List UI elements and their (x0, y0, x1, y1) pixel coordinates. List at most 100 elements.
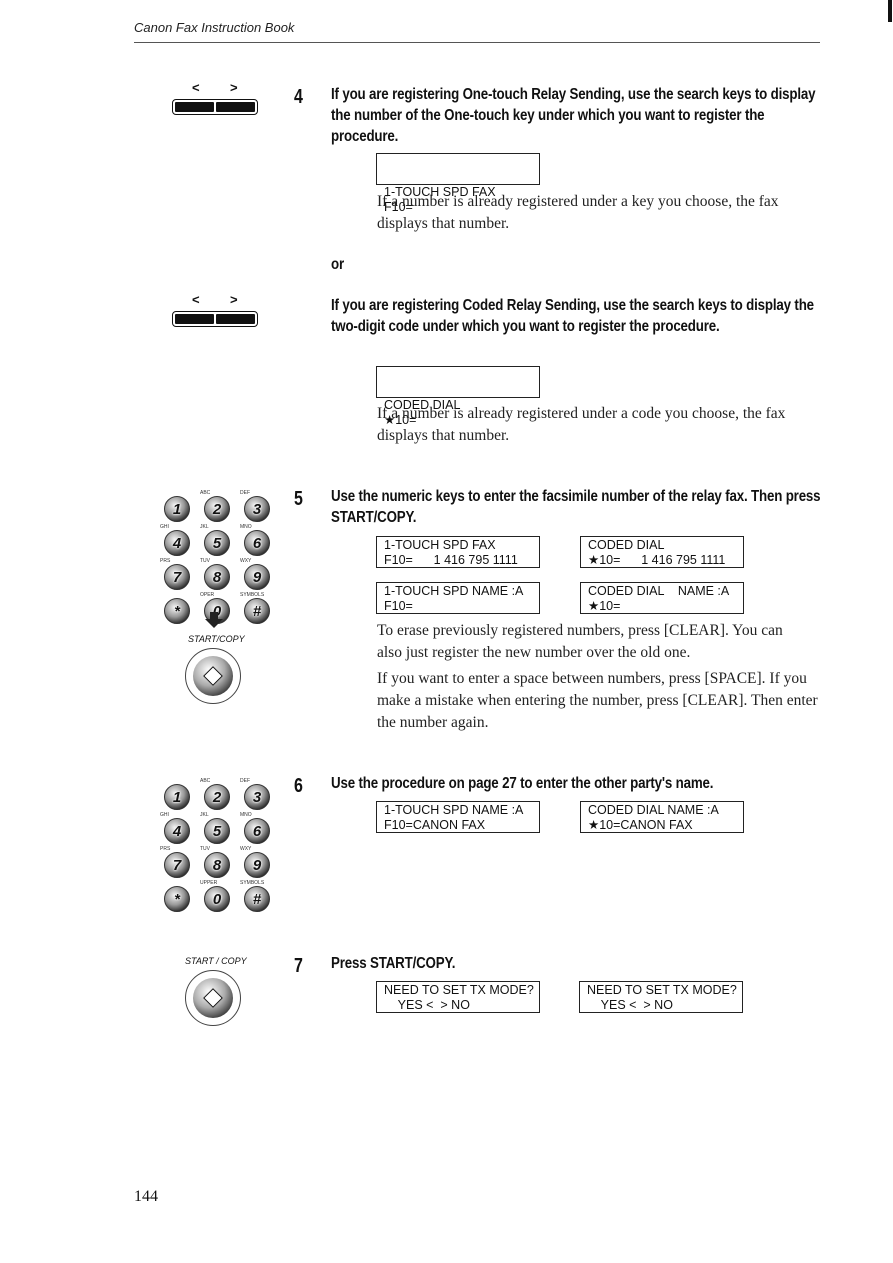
start-icon (203, 666, 223, 686)
key-label: 1 (172, 788, 182, 806)
search-keys-icon (172, 99, 258, 115)
lcd-display: CODED DIAL ★10= 1 416 795 1111 (580, 536, 744, 568)
key-sublabel: OPER (200, 592, 215, 598)
key-label: # (252, 890, 262, 908)
manual-page: Canon Fax Instruction Book < > < > 4 If … (0, 0, 893, 1263)
step-number: 4 (294, 86, 303, 108)
start-copy-button-illustration (185, 970, 241, 1026)
search-right-label: > (230, 292, 238, 307)
search-left-label: < (192, 292, 200, 307)
keypad-key-icon: # (244, 886, 270, 912)
keypad-key-icon: 0 (204, 886, 230, 912)
key-sublabel: JKL (200, 524, 209, 530)
search-keys-illustration: < > (168, 80, 260, 122)
key-label: # (252, 602, 262, 620)
lcd-display: 1-TOUCH SPD FAX F10= (376, 153, 540, 214)
key-label: 4 (172, 534, 182, 552)
numeric-keypad-illustration: 1 2 ABC 3 DEF 4 GHI 5 JKL 6 MNO 7 PRS 8 TUV 9 WXY * 0 OPER #… (160, 490, 274, 624)
lcd-display: 1-TOUCH SPD NAME :A F10= (376, 582, 540, 614)
step-heading: If you are registering One-touch Relay S… (331, 86, 816, 145)
key-sublabel: SYMBOLS (240, 880, 265, 886)
numeric-keypad-illustration: 1 2 ABC 3 DEF 4 GHI 5 JKL 6 MNO 7 PRS 8 TUV 9 WXY * 0 UPPER… (160, 778, 274, 913)
key-label: 3 (252, 500, 262, 518)
or-label: or (331, 256, 344, 273)
key-sublabel: TUV (200, 558, 210, 564)
key-label: 5 (212, 534, 222, 552)
lcd-display: CODED DIAL NAME :A ★10=CANON FAX (580, 801, 744, 833)
keypad-key-icon: # (244, 598, 270, 624)
keypad-key-icon: 5 (204, 530, 230, 556)
key-label: 8 (212, 568, 222, 586)
lcd-line: NEED TO SET TX MODE? (587, 983, 737, 997)
key-label: 3 (252, 788, 262, 806)
lcd-display: 1-TOUCH SPD NAME :A F10=CANON FAX (376, 801, 540, 833)
lcd-display: CODED DIAL ★10= (376, 366, 540, 427)
start-copy-label: START / COPY (185, 956, 247, 966)
keypad-key-icon: 5 (204, 818, 230, 844)
keypad-key-icon: 6 (244, 530, 270, 556)
key-sublabel: GHI (160, 812, 169, 818)
key-label: 1 (172, 500, 182, 518)
key-label: 4 (172, 822, 182, 840)
lcd-line: CODED DIAL NAME :A (588, 803, 719, 817)
search-left-label: < (192, 80, 200, 95)
keypad-key-icon: 6 (244, 818, 270, 844)
key-sublabel: UPPER (200, 880, 218, 886)
key-sublabel: JKL (200, 812, 209, 818)
step-heading: Press START/COPY. (331, 955, 456, 972)
lcd-line: ★10=CANON FAX (588, 818, 693, 832)
lcd-line: YES < > NO (384, 998, 470, 1012)
key-sublabel: PRS (160, 846, 171, 852)
keypad-key-icon: * (164, 598, 190, 624)
lcd-line: F10= 1 416 795 1111 (384, 553, 518, 567)
search-keys-illustration: < > (168, 292, 260, 334)
step-number: 7 (294, 955, 303, 977)
key-sublabel: MNO (240, 524, 252, 530)
search-right-label: > (230, 80, 238, 95)
key-label: 6 (252, 822, 262, 840)
lcd-line: 1-TOUCH SPD NAME :A (384, 584, 524, 598)
key-sublabel: DEF (240, 490, 250, 496)
key-label: 0 (212, 890, 222, 908)
keypad-key-icon: 7 (164, 564, 190, 590)
keypad-key-icon: 8 (204, 852, 230, 878)
start-copy-label: START/COPY (188, 634, 245, 644)
lcd-line: ★10= 1 416 795 1111 (588, 553, 726, 567)
key-label: 7 (172, 568, 182, 586)
keypad-key-icon: 4 (164, 530, 190, 556)
lcd-line: F10= (384, 599, 413, 613)
step-body: If you want to enter a space between num… (377, 670, 818, 731)
key-sublabel: WXY (240, 558, 252, 564)
lcd-line: YES < > NO (587, 998, 673, 1012)
step-body: To erase previously registered numbers, … (377, 622, 783, 661)
step-heading: Use the numeric keys to enter the facsim… (331, 488, 821, 526)
arrow-down-icon (205, 612, 223, 628)
lcd-line: 1-TOUCH SPD FAX (384, 538, 496, 552)
lcd-line: 1-TOUCH SPD NAME :A (384, 803, 524, 817)
lcd-display: NEED TO SET TX MODE? YES < > NO (376, 981, 540, 1013)
start-icon (203, 988, 223, 1008)
lcd-line: F10=CANON FAX (384, 818, 486, 832)
key-sublabel: DEF (240, 778, 250, 784)
page-number: 144 (134, 1188, 158, 1205)
keypad-key-icon: 3 (244, 496, 270, 522)
key-sublabel: PRS (160, 558, 171, 564)
keypad-key-icon: 9 (244, 852, 270, 878)
key-sublabel: GHI (160, 524, 169, 530)
step-heading: Use the procedure on page 27 to enter th… (331, 775, 714, 792)
keypad-key-icon: 2 (204, 496, 230, 522)
lcd-line: CODED DIAL (588, 538, 665, 552)
keypad-key-icon: 3 (244, 784, 270, 810)
key-label: * (174, 890, 180, 908)
keypad-key-icon: 7 (164, 852, 190, 878)
keypad-key-icon: * (164, 886, 190, 912)
key-sublabel: ABC (200, 490, 211, 496)
key-sublabel: MNO (240, 812, 252, 818)
lcd-display: 1-TOUCH SPD FAX F10= 1 416 795 1111 (376, 536, 540, 568)
header-rule (134, 42, 820, 43)
search-keys-icon (172, 311, 258, 327)
keypad-key-icon: 4 (164, 818, 190, 844)
start-copy-button-illustration (185, 648, 241, 704)
key-sublabel: WXY (240, 846, 252, 852)
key-sublabel: SYMBOLS (240, 592, 265, 598)
